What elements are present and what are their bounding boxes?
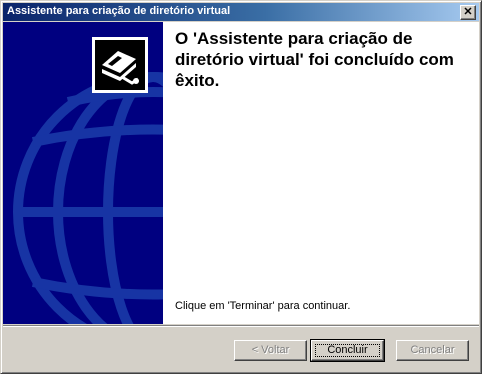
finish-button[interactable]: Concluir (310, 339, 385, 362)
title-bar[interactable]: Assistente para criação de diretório vir… (3, 3, 479, 21)
completion-heading: O 'Assistente para criação de diretório … (175, 29, 454, 90)
close-icon: ✕ (463, 6, 473, 18)
window-title: Assistente para criação de diretório vir… (7, 5, 231, 17)
back-button-label: < Voltar (251, 344, 290, 356)
wizard-window: Assistente para criação de diretório vir… (0, 0, 482, 374)
continue-hint: Clique em 'Terminar' para continuar. (175, 300, 351, 312)
cancel-button-label: Cancelar (410, 344, 455, 356)
close-button[interactable]: ✕ (460, 5, 476, 20)
wizard-banner (3, 22, 163, 324)
cancel-button[interactable]: Cancelar (396, 340, 469, 361)
finish-button-label: Concluir (327, 344, 368, 356)
divider (3, 325, 479, 327)
back-button[interactable]: < Voltar (234, 340, 307, 361)
wizard-book-folder-icon (92, 37, 148, 93)
wizard-content: O 'Assistente para criação de diretório … (163, 22, 479, 324)
